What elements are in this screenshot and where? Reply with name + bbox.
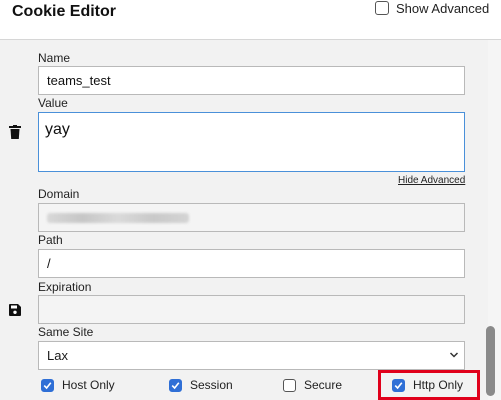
- show-advanced-label: Show Advanced: [396, 0, 490, 16]
- host-only-label: Host Only: [62, 378, 115, 392]
- show-advanced-checkbox[interactable]: [375, 1, 389, 15]
- path-field[interactable]: /: [38, 249, 465, 278]
- session-checkbox[interactable]: Session: [169, 377, 233, 393]
- header: Cookie Editor Show Advanced: [0, 0, 501, 28]
- secure-checkbox[interactable]: Secure: [283, 377, 342, 393]
- chevron-down-icon: [449, 352, 459, 358]
- same-site-select[interactable]: Lax: [38, 341, 465, 370]
- empty-checkbox-icon[interactable]: [283, 378, 296, 392]
- value-field[interactable]: yay: [38, 112, 465, 172]
- expiration-field[interactable]: [38, 295, 465, 324]
- http-only-highlight-box: [378, 370, 480, 400]
- save-icon[interactable]: [9, 304, 21, 316]
- session-label: Session: [190, 378, 233, 392]
- hide-advanced-link[interactable]: Hide Advanced: [398, 175, 465, 186]
- checkmark-icon[interactable]: [41, 378, 54, 392]
- same-site-label: Same Site: [38, 325, 94, 339]
- same-site-selected-value: Lax: [47, 348, 68, 363]
- show-advanced-toggle[interactable]: Show Advanced: [375, 0, 489, 16]
- name-label: Name: [38, 51, 71, 65]
- name-field[interactable]: teams_test: [38, 66, 465, 95]
- trash-icon[interactable]: [9, 125, 21, 139]
- domain-value-redacted: [47, 213, 189, 223]
- domain-field[interactable]: [38, 203, 465, 232]
- page-title: Cookie Editor: [12, 3, 117, 20]
- domain-label: Domain: [38, 187, 80, 201]
- expiration-label: Expiration: [38, 280, 92, 294]
- value-label: Value: [38, 96, 68, 110]
- host-only-checkbox[interactable]: Host Only: [41, 377, 115, 393]
- secure-label: Secure: [304, 378, 343, 392]
- path-label: Path: [38, 233, 63, 247]
- checkmark-icon[interactable]: [169, 378, 182, 392]
